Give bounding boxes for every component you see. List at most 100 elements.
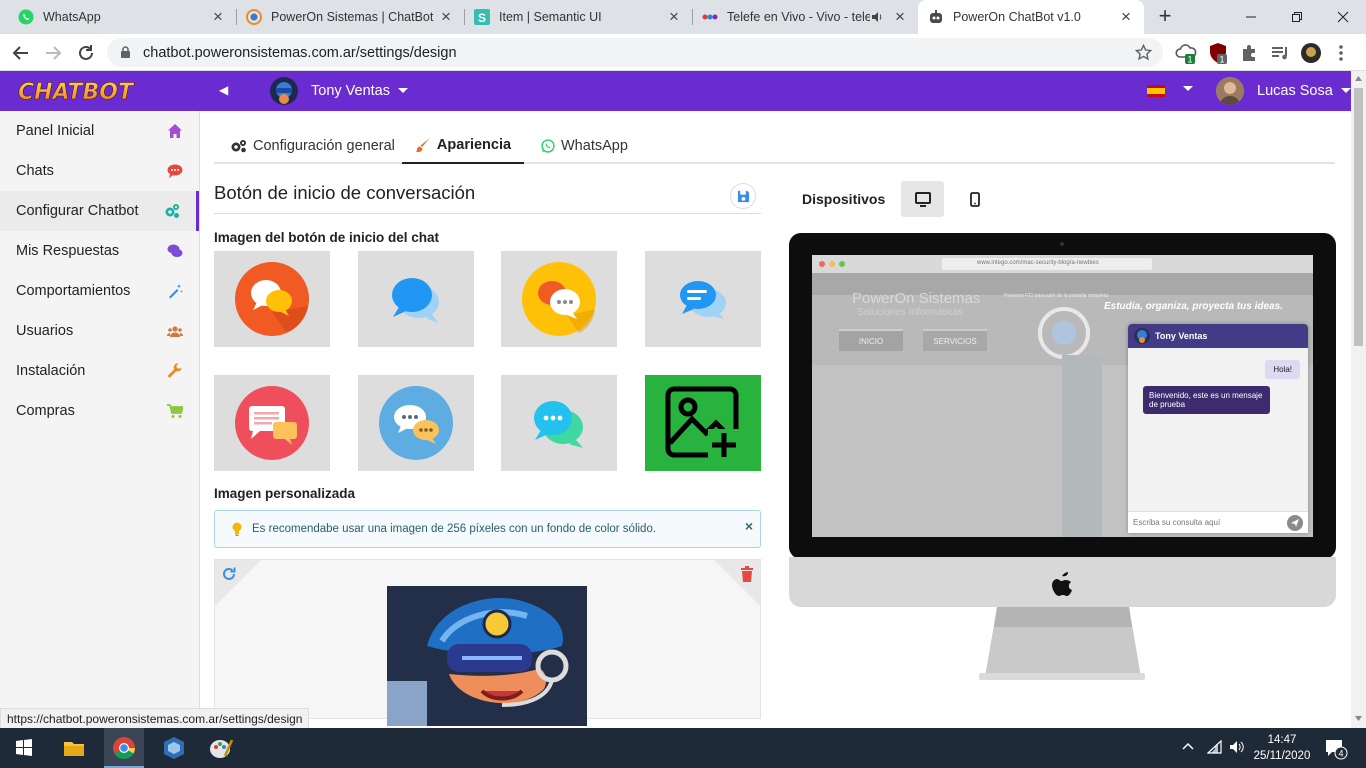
sidebar-item-configurar-chatbot[interactable]: Configurar Chatbot [0,191,199,231]
light-blue-chat-bubbles-icon [379,386,453,460]
sidebar-item-label: Chats [16,163,54,179]
sidebar: Panel Inicial Chats Configurar Chatbot M… [0,111,200,708]
chat-icon-option-6[interactable] [358,375,474,471]
file-explorer-icon[interactable] [60,734,88,762]
spain-flag-icon[interactable] [1147,85,1165,97]
close-window-button[interactable] [1320,0,1366,34]
minimize-button[interactable] [1228,0,1274,34]
language-chevron-down-icon[interactable] [1183,86,1193,91]
tab-whatsapp[interactable]: WhatsApp [541,127,628,164]
sidebar-item-instalacion[interactable]: Instalación [0,351,199,391]
url-text[interactable]: chatbot.poweronsistemas.com.ar/settings/… [143,45,457,61]
chatbot-icon [930,10,942,23]
volume-icon[interactable] [1229,740,1245,754]
close-tab-icon[interactable]: × [892,7,908,26]
profile-avatar-icon[interactable] [1300,42,1322,64]
chat-widget-preview: Tony Ventas Hola! Bienvenido, este es un… [1128,324,1308,533]
virtualbox-icon[interactable] [160,734,188,762]
media-queue-icon[interactable] [1269,42,1291,64]
preview-brand: PowerOn Sistemas [852,290,981,307]
tray-chevron-up-icon[interactable] [1182,742,1194,750]
tab-apariencia[interactable]: Apariencia [402,127,524,164]
chevron-down-icon [1340,88,1351,93]
paint-icon[interactable] [207,734,235,762]
new-tab-button[interactable]: + [1155,5,1175,27]
extensions-puzzle-icon[interactable] [1238,42,1260,64]
chat-icon-option-4[interactable] [645,251,761,347]
omnibox[interactable]: chatbot.poweronsistemas.com.ar/settings/… [107,38,1163,67]
ublock-icon[interactable]: 1 [1207,42,1229,64]
notification-center-icon[interactable]: 4 [1324,738,1348,760]
sidebar-item-panel-inicial[interactable]: Panel Inicial [0,111,199,151]
chat-input[interactable]: Escriba su consulta aquí [1128,511,1308,533]
sidebar-item-chats[interactable]: Chats [0,151,199,191]
taskbar-chrome-active[interactable] [104,728,144,768]
close-tip-icon[interactable]: × [745,518,753,534]
restore-icon [1292,12,1302,22]
chat-icon-option-3[interactable] [501,251,617,347]
custom-image-preview [214,559,761,726]
scrollbar-thumb[interactable] [1354,88,1363,346]
chat-icon-option-1[interactable] [214,251,330,347]
user-avatar[interactable] [1216,77,1244,105]
browser-tab-poweron[interactable]: PowerOn Sistemas | ChatBot × [236,0,464,34]
close-tab-icon[interactable]: × [666,7,682,26]
paintbrush-icon [415,137,430,152]
browser-tab-telefe[interactable]: Telefe en Vivo - Vivo - tele × [692,0,918,34]
page-scrollbar[interactable] [1351,71,1366,728]
windows-taskbar: 14:47 25/11/2020 4 [0,728,1366,768]
send-button[interactable] [1287,515,1303,531]
button-image-label: Imagen del botón de inicio del chat [214,230,440,245]
speaker-icon[interactable] [870,10,884,24]
chatbot-logo[interactable]: CHATBOT [18,79,162,105]
browser-tab-whatsapp[interactable]: WhatsApp × [8,0,236,34]
save-button[interactable] [730,183,756,209]
browser-menu-icon[interactable] [1334,42,1348,64]
chat-icon-option-2[interactable] [358,251,474,347]
account-selector[interactable]: Tony Ventas [311,83,408,99]
reload-icon[interactable] [75,42,97,64]
mobile-icon [970,191,980,207]
mobile-preview-button[interactable] [960,181,990,217]
sidebar-item-usuarios[interactable]: Usuarios [0,311,199,351]
browser-tab-semantic[interactable]: S Item | Semantic UI × [464,0,692,34]
tab-configuracion-general[interactable]: Configuración general [230,127,395,164]
desktop-preview-button[interactable] [901,181,944,217]
collapse-sidebar-button[interactable]: ◀ [219,83,228,97]
sidebar-item-comportamientos[interactable]: Comportamientos [0,271,199,311]
close-tab-icon[interactable]: × [210,7,226,26]
semantic-ui-icon: S [474,9,490,25]
clock-date: 25/11/2020 [1253,750,1311,762]
chat-input-placeholder: Escriba su consulta aquí [1133,518,1221,527]
upload-custom-image-option[interactable] [645,375,761,471]
user-menu[interactable]: Lucas Sosa [1257,83,1351,99]
wifi-icon[interactable] [1207,740,1223,754]
sidebar-item-label: Mis Respuestas [16,243,120,259]
trash-icon[interactable] [740,566,754,582]
scroll-down-arrow-icon[interactable] [1355,716,1362,721]
back-arrow-icon[interactable] [10,42,32,64]
bookmark-star-icon[interactable] [1135,44,1152,61]
close-tab-icon[interactable]: × [1118,7,1134,26]
cart-icon [167,404,183,418]
restore-button[interactable] [1274,0,1320,34]
close-tab-icon[interactable]: × [438,7,454,26]
forward-arrow-icon[interactable] [42,42,64,64]
app-header: CHATBOT ◀ Tony Ventas Lucas Sosa [0,71,1351,111]
chat-widget-header: Tony Ventas [1128,324,1308,348]
clock-time: 14:47 [1267,734,1297,746]
scroll-up-arrow-icon[interactable] [1355,76,1362,81]
cloud-extension-icon[interactable]: 1 [1175,42,1197,64]
lock-icon[interactable] [120,46,131,59]
chat-icon-option-7[interactable] [501,375,617,471]
chat-icon-option-5[interactable] [214,375,330,471]
sidebar-item-compras[interactable]: Compras [0,391,199,431]
red-message-bubbles-icon [235,386,309,460]
account-avatar[interactable] [270,77,298,105]
browser-tab-chatbot[interactable]: PowerOn ChatBot v1.0 × [918,0,1144,34]
taskbar-clock[interactable]: 14:47 25/11/2020 [1252,732,1312,764]
wrench-icon [168,363,182,378]
sidebar-item-mis-respuestas[interactable]: Mis Respuestas [0,231,199,271]
windows-start-icon[interactable] [10,734,38,762]
reload-image-icon[interactable] [221,566,237,582]
